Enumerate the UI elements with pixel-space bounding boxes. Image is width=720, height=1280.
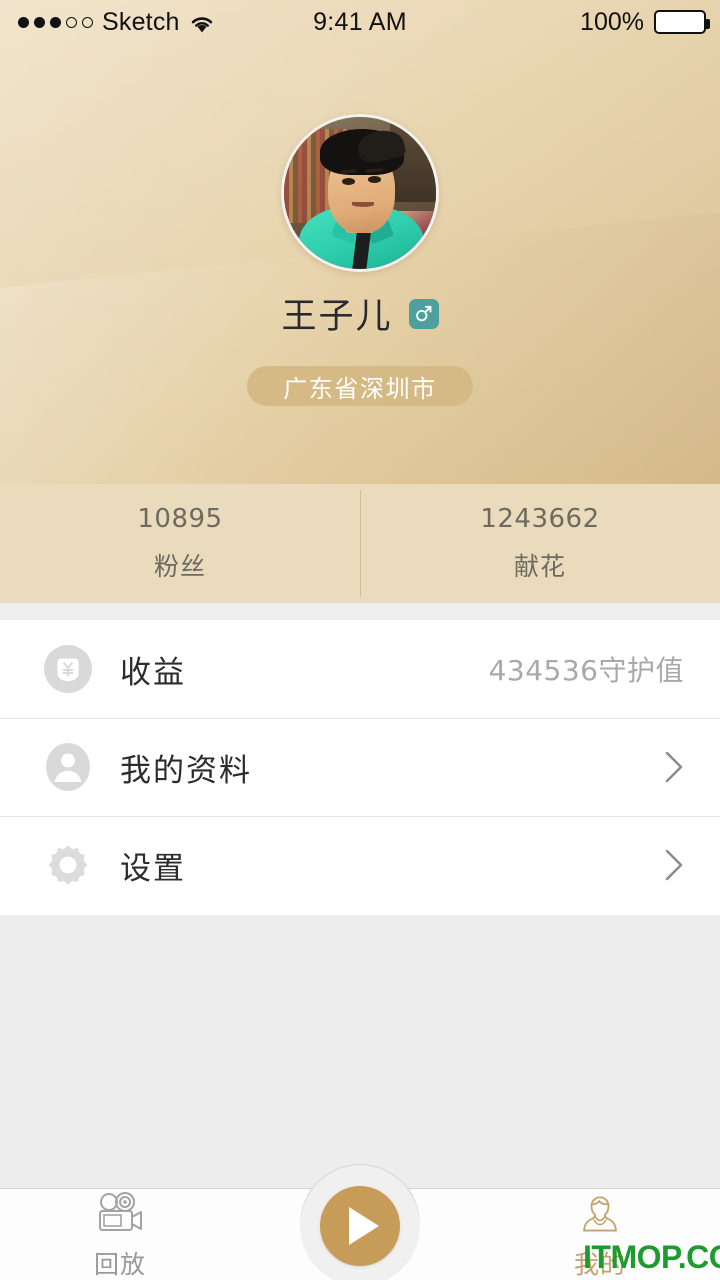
content-filler bbox=[0, 915, 720, 1188]
stat-fans[interactable]: 10895 粉丝 bbox=[0, 484, 360, 603]
page-title: 王子儿 bbox=[281, 297, 393, 337]
menu-item-my-profile[interactable]: 我的资料 bbox=[0, 718, 720, 816]
menu-item-label: 我的资料 bbox=[120, 752, 252, 789]
stat-label: 献花 bbox=[513, 552, 566, 581]
menu-card: 收益 434536守护值 我的资料 设置 bbox=[0, 620, 720, 915]
stat-label: 粉丝 bbox=[153, 552, 206, 581]
username-row: 王子儿 bbox=[0, 288, 720, 339]
person-outline-icon bbox=[577, 1192, 623, 1236]
menu-item-settings[interactable]: 设置 bbox=[0, 816, 720, 914]
site-watermark: ITMOP.COM bbox=[583, 1239, 720, 1275]
play-button[interactable] bbox=[320, 1186, 400, 1266]
section-gap bbox=[0, 603, 720, 620]
male-gender-icon bbox=[408, 298, 439, 329]
stat-value: 1243662 bbox=[480, 504, 600, 534]
status-bar: Sketch 9:41 AM 100% bbox=[0, 0, 720, 44]
location-badge[interactable]: 广东省深圳市 bbox=[247, 366, 473, 406]
chevron-right-icon bbox=[664, 848, 684, 882]
chevron-right-icon bbox=[664, 750, 684, 784]
tab-playback[interactable]: 回放 bbox=[0, 1189, 240, 1280]
menu-item-earnings[interactable]: 收益 434536守护值 bbox=[0, 620, 720, 718]
app-screen: Sketch 9:41 AM 100% 王子儿 广东省深圳市 10895 粉丝 … bbox=[0, 0, 720, 1280]
status-bar-right: 100% bbox=[580, 0, 710, 44]
stats-row: 10895 粉丝 1243662 献花 bbox=[0, 484, 720, 603]
menu-item-label: 收益 bbox=[120, 654, 186, 691]
battery-percent-label: 100% bbox=[580, 7, 644, 36]
avatar[interactable] bbox=[281, 114, 439, 272]
menu-item-label: 设置 bbox=[120, 850, 186, 887]
stat-flowers[interactable]: 1243662 献花 bbox=[360, 484, 720, 603]
movie-camera-icon bbox=[94, 1192, 146, 1236]
user-avatar-photo bbox=[284, 117, 436, 269]
play-icon bbox=[348, 1207, 379, 1245]
tab-label: 回放 bbox=[93, 1250, 146, 1279]
stat-value: 10895 bbox=[137, 504, 223, 534]
battery-icon bbox=[654, 10, 710, 34]
gear-icon bbox=[44, 841, 92, 889]
coin-yen-icon bbox=[44, 645, 92, 693]
person-circle-icon bbox=[44, 743, 92, 791]
menu-item-value: 434536守护值 bbox=[488, 654, 684, 687]
location-label: 广东省深圳市 bbox=[283, 374, 437, 403]
